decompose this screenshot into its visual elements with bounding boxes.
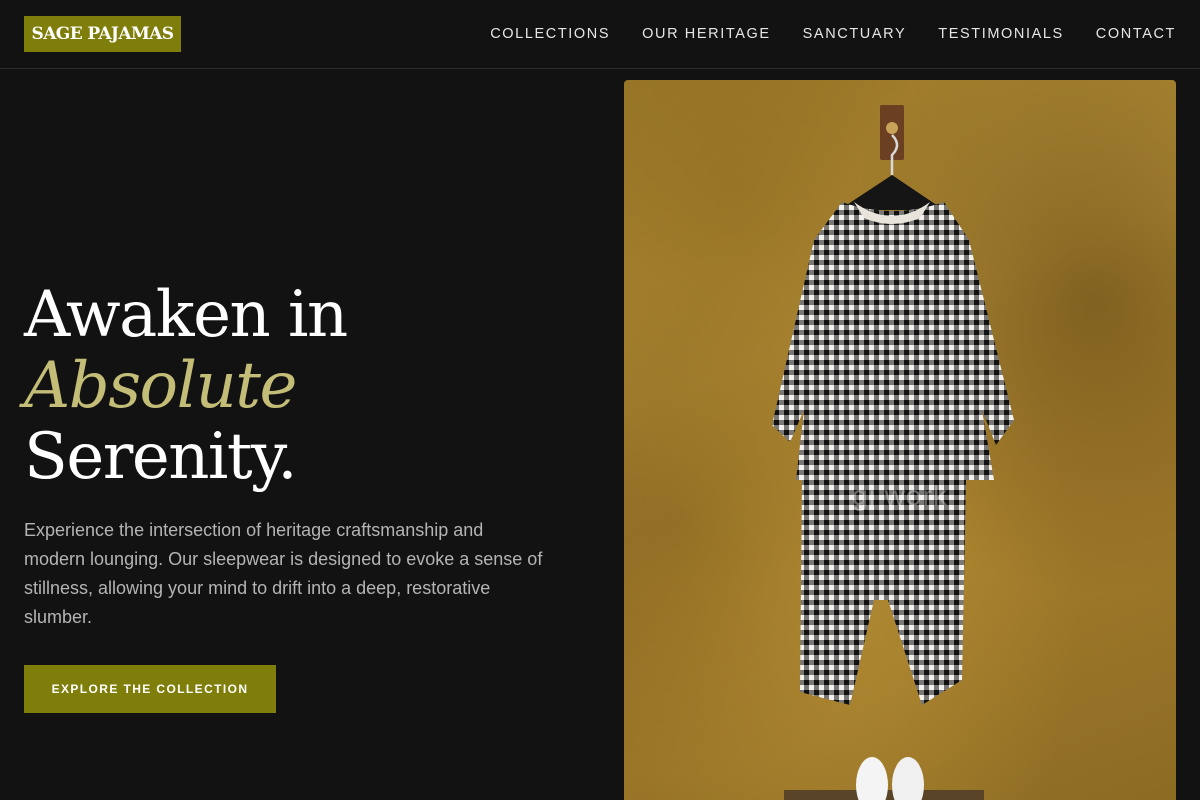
nav-sanctuary[interactable]: SANCTUARY	[803, 26, 907, 42]
nav-collections[interactable]: COLLECTIONS	[490, 26, 610, 42]
hero-title-line-3: Serenity.	[24, 420, 298, 494]
main-nav: COLLECTIONS OUR HERITAGE SANCTUARY TESTI…	[490, 0, 1176, 68]
hero-description: Experience the intersection of heritage …	[24, 520, 543, 627]
hero-title-accent: Absolute	[24, 349, 297, 423]
image-watermark: gi work	[852, 480, 948, 511]
pajama-shirt	[772, 202, 1014, 480]
site-header: SAGE PAJAMAS COLLECTIONS OUR HERITAGE SA…	[0, 0, 1200, 69]
nav-contact[interactable]: CONTACT	[1096, 26, 1176, 42]
hero-image: gi work	[624, 80, 1176, 800]
pajama-pants	[800, 478, 966, 705]
hero-title-line-1: Awaken in	[24, 278, 348, 352]
hook-knob	[886, 122, 898, 134]
hero-title: Awaken in Absolute Serenity.	[24, 280, 584, 493]
pajama-illustration	[772, 105, 1014, 800]
right-shoe	[892, 757, 924, 800]
left-shoe	[856, 757, 888, 800]
explore-collection-button[interactable]: EXPLORE THE COLLECTION	[24, 665, 276, 713]
nav-testimonials[interactable]: TESTIMONIALS	[938, 26, 1064, 42]
brand-logo[interactable]: SAGE PAJAMAS	[24, 16, 181, 52]
nav-our-heritage[interactable]: OUR HERITAGE	[642, 26, 771, 42]
